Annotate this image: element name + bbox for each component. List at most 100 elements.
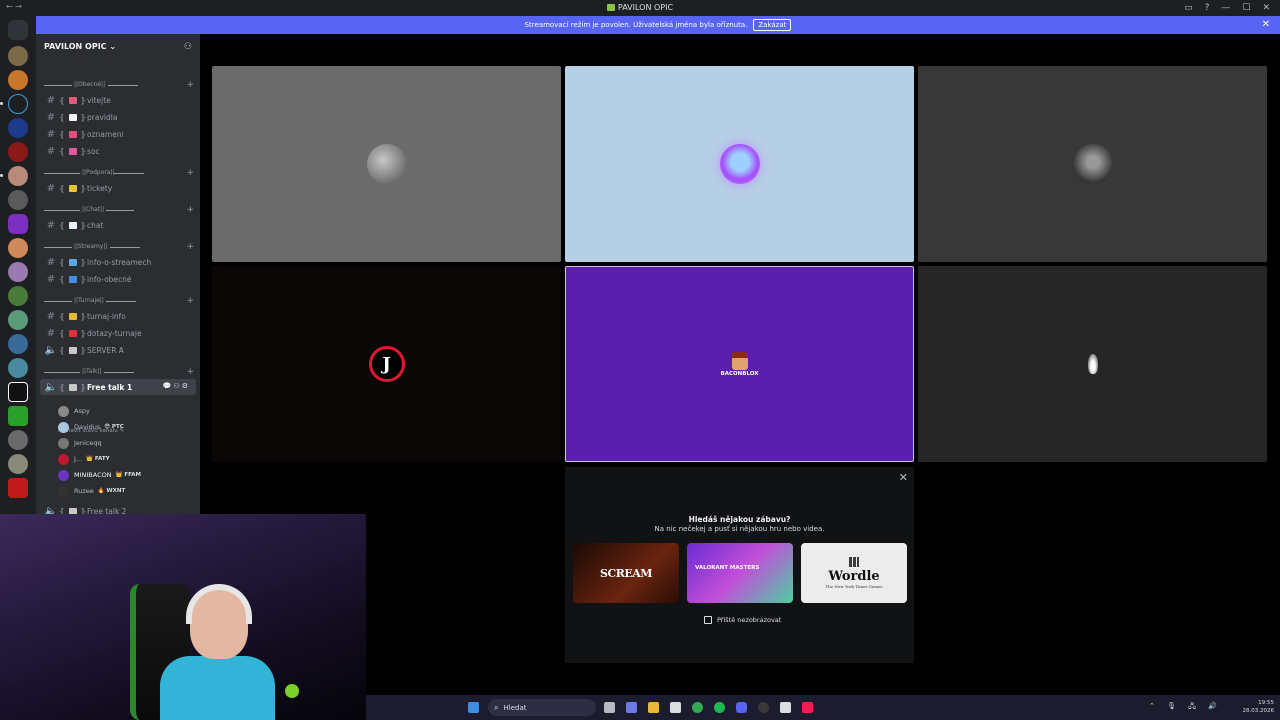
server-icon[interactable] (8, 454, 28, 474)
category-podpora[interactable]: ||Podpora|| + (44, 168, 194, 179)
activity-card-wordle[interactable]: Wordle The New York Times Games (801, 543, 907, 603)
channel-oznameni[interactable]: # ⦃ ⦄ oznameni (40, 126, 196, 142)
channel-info-obecne[interactable]: # ⦃ ⦄ info-obecné (40, 271, 196, 287)
start-button[interactable] (468, 702, 479, 713)
hash-icon: # (46, 327, 56, 339)
checkbox-box[interactable] (704, 616, 712, 624)
server-icon[interactable] (8, 94, 28, 114)
server-icon[interactable] (8, 478, 28, 498)
user-tag: 👑 FATY (86, 456, 110, 462)
task-view-icon[interactable] (604, 702, 615, 713)
person-add-icon[interactable]: ⚇ (184, 42, 192, 52)
category-chat[interactable]: ||Chat|| + (44, 205, 194, 216)
channel-turnaj-info[interactable]: # ⦃ ⦄ turnaj-info (40, 308, 196, 324)
close-window-button[interactable]: ✕ (1262, 3, 1270, 13)
app-icon[interactable] (780, 702, 791, 713)
copilot-icon[interactable] (626, 702, 637, 713)
category-line (106, 210, 134, 211)
server-icon[interactable] (8, 430, 28, 450)
server-name[interactable]: PAVILON OPIC ⌄ (44, 42, 116, 51)
video-tile[interactable]: J (212, 266, 561, 462)
system-tray[interactable]: ⌃ 🎙 🖧 🔊 (1149, 702, 1222, 713)
server-icon[interactable] (8, 334, 28, 354)
user-name: Aspy (74, 407, 90, 415)
taskbar-clock[interactable]: 19:55 28.03.2026 (1243, 699, 1275, 715)
disable-streamer-mode-button[interactable]: Zakázat (753, 19, 792, 31)
category-turnaje[interactable]: ||Turnaje|| + (44, 296, 194, 307)
inbox-icon[interactable]: ▭ (1184, 3, 1193, 13)
voice-user[interactable]: MINIBACON 👑 FFAM (58, 468, 141, 482)
spotify-icon[interactable] (714, 702, 725, 713)
server-icon[interactable] (8, 382, 28, 402)
store-icon[interactable] (670, 702, 681, 713)
roblox-head-icon (731, 351, 748, 370)
channel-emoji-icon (68, 96, 77, 104)
add-channel-icon[interactable]: + (186, 296, 194, 306)
banner-close-icon[interactable]: ✕ (1262, 19, 1270, 30)
channel-info-o-streamech[interactable]: # ⦃ ⦄ info-o-streamech (40, 254, 196, 270)
chrome-icon[interactable] (692, 702, 703, 713)
close-icon[interactable]: ✕ (899, 471, 908, 484)
activity-card-scream[interactable]: SCREAM (573, 543, 679, 603)
channel-server-a[interactable]: 🔈 ⦃ ⦄ SERVER A (40, 342, 196, 358)
video-tile[interactable] (918, 66, 1267, 262)
add-channel-icon[interactable]: + (186, 205, 194, 215)
maximize-button[interactable]: ☐ (1242, 3, 1250, 13)
video-tile[interactable] (565, 66, 914, 262)
category-talk[interactable]: ||Talk|| + (44, 367, 194, 378)
dont-show-again-checkbox[interactable]: Příště nezobrazovat (704, 616, 781, 624)
add-channel-icon[interactable]: + (186, 242, 194, 252)
headphones (186, 584, 252, 624)
voice-user[interactable]: Jeniceqq (58, 436, 102, 450)
channel-name: vitejte (87, 95, 111, 105)
server-icon[interactable] (8, 238, 28, 258)
add-channel-icon[interactable]: + (186, 367, 194, 377)
category-label: ||Obecné|| (74, 81, 106, 88)
server-icon[interactable] (8, 406, 28, 426)
channel-soc[interactable]: # ⦃ ⦄ soc (40, 143, 196, 159)
video-tile[interactable] (918, 266, 1267, 462)
channel-name: SERVER A (87, 345, 124, 355)
streamer-mode-banner: Streamovací režim je povolen. Uživatelsk… (36, 16, 1280, 34)
channel-tools[interactable]: 💬⚇⚙ (163, 382, 190, 390)
voice-user[interactable]: J... 👑 FATY (58, 452, 110, 466)
channel-chat[interactable]: # ⦃ ⦄ chat (40, 217, 196, 233)
server-icon[interactable] (8, 166, 28, 186)
server-icon[interactable] (8, 358, 28, 378)
channel-vitejte[interactable]: # ⦃ ⦄ vitejte (40, 92, 196, 108)
voice-user[interactable]: Ruzee 🔥 WXNT (58, 484, 125, 498)
file-explorer-icon[interactable] (648, 702, 659, 713)
activity-shelf: ✕ Hledáš nějakou zábavu? Na nic nečekej … (565, 467, 914, 663)
discord-home-icon[interactable] (8, 20, 28, 40)
voice-user[interactable]: Aspy (58, 404, 90, 418)
server-icon[interactable] (8, 310, 28, 330)
tiktok-icon[interactable] (802, 702, 813, 713)
server-icon[interactable] (8, 142, 28, 162)
server-icon[interactable] (8, 214, 28, 234)
user-tag: 😎 PTC (104, 424, 124, 430)
channel-pravidla[interactable]: # ⦃ ⦄ pravidla (40, 109, 196, 125)
channel-dotazy-turnaje[interactable]: # ⦃ ⦄ dotazy-turnaje (40, 325, 196, 341)
obs-icon[interactable] (758, 702, 769, 713)
server-icon[interactable] (8, 118, 28, 138)
taskbar-search[interactable]: ⌕ Hledat (488, 699, 596, 716)
voice-user[interactable]: Davidus 😎 PTC (58, 420, 124, 434)
video-tile[interactable]: BACONBLOX (565, 266, 914, 462)
server-icon[interactable] (8, 190, 28, 210)
hash-icon: # (46, 273, 56, 285)
server-icon[interactable] (8, 46, 28, 66)
help-icon[interactable]: ? (1205, 3, 1210, 13)
category-obecne[interactable]: ||Obecné|| + (44, 80, 194, 91)
minimize-button[interactable]: — (1221, 3, 1230, 13)
server-icon[interactable] (8, 286, 28, 306)
add-channel-icon[interactable]: + (186, 168, 194, 178)
server-icon[interactable] (8, 70, 28, 90)
discord-icon[interactable] (736, 702, 747, 713)
channel-free-talk-1[interactable]: 🔈 ⦃ ⦄ Free talk 1 💬⚇⚙ (40, 379, 196, 395)
server-icon[interactable] (8, 262, 28, 282)
activity-card-valorant[interactable]: VALORANT MASTERS (687, 543, 793, 603)
channel-tickety[interactable]: # ⦃ ⦄ tickety (40, 180, 196, 196)
video-tile[interactable] (212, 66, 561, 262)
category-streamy[interactable]: ||Streamy|| + (44, 242, 194, 253)
add-channel-icon[interactable]: + (186, 80, 194, 90)
